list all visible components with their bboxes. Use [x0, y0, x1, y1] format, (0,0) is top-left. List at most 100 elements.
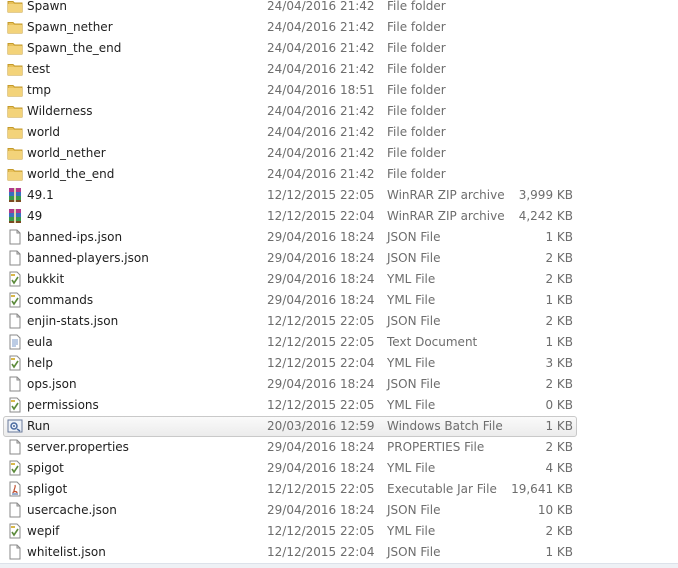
file-row[interactable]: bukkit 29/04/2016 18:24 YML File 2 KB: [0, 269, 678, 290]
file-row[interactable]: commands 29/04/2016 18:24 YML File 1 KB: [0, 290, 678, 311]
file-name: usercache.json: [27, 503, 117, 517]
file-type: Text Document: [387, 335, 478, 349]
file-type: File folder: [387, 125, 446, 139]
file-row[interactable]: Run 20/03/2016 12:59 Windows Batch File 1 K…: [0, 416, 678, 437]
yml-file-icon: [7, 355, 23, 371]
winrar-archive-icon: [7, 187, 23, 203]
file-name: enjin-stats.json: [27, 314, 119, 328]
file-type: File folder: [387, 146, 446, 160]
file-row[interactable]: 49.1 12/12/2015 22:05 WinRAR ZIP archive 3,…: [0, 185, 678, 206]
file-type: PROPERTIES File: [387, 440, 485, 454]
file-date-modified: 29/04/2016 18:24: [267, 272, 375, 286]
file-row[interactable]: help 12/12/2015 22:04 YML File 3 KB: [0, 353, 678, 374]
file-type: YML File: [387, 461, 436, 475]
file-row[interactable]: server.properties 29/04/2016 18:24 PROPERT…: [0, 437, 678, 458]
file-date-modified: 29/04/2016 18:24: [267, 293, 375, 307]
file-date-modified: 24/04/2016 21:42: [267, 20, 375, 34]
file-row[interactable]: spigot 29/04/2016 18:24 YML File 4 KB: [0, 458, 678, 479]
folder-icon: [7, 103, 23, 119]
file-name: tmp: [27, 83, 52, 97]
file-row[interactable]: Spawn 24/04/2016 21:42 File folder: [0, 0, 678, 17]
file-name: world: [27, 125, 61, 139]
file-row[interactable]: world_the_end 24/04/2016 21:42 File folder: [0, 164, 678, 185]
folder-icon: [7, 82, 23, 98]
file-name: spligot: [27, 482, 68, 496]
folder-icon: [7, 145, 23, 161]
file-type: JSON File: [387, 251, 441, 265]
blank-file-icon: [7, 502, 23, 518]
file-name: Spawn_nether: [27, 20, 113, 34]
file-date-modified: 24/04/2016 21:42: [267, 146, 375, 160]
file-size: 1 KB: [545, 335, 573, 349]
file-type: JSON File: [387, 545, 441, 559]
file-list: Spawn 24/04/2016 21:42 File folder Spawn_ne…: [0, 0, 678, 563]
file-row[interactable]: banned-ips.json 29/04/2016 18:24 JSON File…: [0, 227, 678, 248]
file-row[interactable]: permissions 12/12/2015 22:05 YML File 0 KB: [0, 395, 678, 416]
file-name: bukkit: [27, 272, 65, 286]
file-size: 2 KB: [545, 524, 573, 538]
file-size: 2 KB: [545, 377, 573, 391]
file-row[interactable]: test 24/04/2016 21:42 File folder: [0, 59, 678, 80]
blank-file-icon: [7, 250, 23, 266]
file-date-modified: 12/12/2015 22:05: [267, 314, 375, 328]
folder-icon: [7, 61, 23, 77]
winrar-archive-icon: [7, 208, 23, 224]
file-date-modified: 24/04/2016 21:42: [267, 125, 375, 139]
file-date-modified: 29/04/2016 18:24: [267, 251, 375, 265]
file-name: permissions: [27, 398, 99, 412]
file-type: YML File: [387, 524, 436, 538]
file-date-modified: 24/04/2016 21:42: [267, 0, 375, 13]
file-name: banned-players.json: [27, 251, 149, 265]
file-row[interactable]: Wilderness 24/04/2016 21:42 File folder: [0, 101, 678, 122]
file-row[interactable]: ops.json 29/04/2016 18:24 JSON File 2 KB: [0, 374, 678, 395]
file-date-modified: 29/04/2016 18:24: [267, 461, 375, 475]
file-row[interactable]: enjin-stats.json 12/12/2015 22:05 JSON Fil…: [0, 311, 678, 332]
file-row[interactable]: spligot 12/12/2015 22:05 Executable Jar Fi…: [0, 479, 678, 500]
file-name: 49.1: [27, 188, 54, 202]
file-date-modified: 24/04/2016 18:51: [267, 83, 375, 97]
file-size: 1 KB: [545, 419, 573, 433]
file-type: Executable Jar File: [387, 482, 497, 496]
yml-file-icon: [7, 397, 23, 413]
file-row[interactable]: world 24/04/2016 21:42 File folder: [0, 122, 678, 143]
file-type: JSON File: [387, 377, 441, 391]
file-type: File folder: [387, 0, 446, 13]
window-bottom-edge: [0, 563, 678, 568]
file-name: spigot: [27, 461, 64, 475]
file-size: 2 KB: [545, 251, 573, 265]
file-type: JSON File: [387, 230, 441, 244]
file-size: 2 KB: [545, 440, 573, 454]
blank-file-icon: [7, 439, 23, 455]
file-name: world_the_end: [27, 167, 115, 181]
file-name: Spawn_the_end: [27, 41, 122, 55]
jar-file-icon: [7, 481, 23, 497]
file-name: wepif: [27, 524, 60, 538]
file-row[interactable]: 49 12/12/2015 22:04 WinRAR ZIP archive 4,24…: [0, 206, 678, 227]
file-name: Wilderness: [27, 104, 93, 118]
file-row[interactable]: tmp 24/04/2016 18:51 File folder: [0, 80, 678, 101]
file-row[interactable]: eula 12/12/2015 22:05 Text Document 1 KB: [0, 332, 678, 353]
file-type: YML File: [387, 293, 436, 307]
file-row[interactable]: usercache.json 29/04/2016 18:24 JSON File 1…: [0, 500, 678, 521]
file-date-modified: 29/04/2016 18:24: [267, 440, 375, 454]
file-row[interactable]: whitelist.json 12/12/2015 22:04 JSON File 1…: [0, 542, 678, 563]
file-date-modified: 12/12/2015 22:05: [267, 335, 375, 349]
file-size: 4 KB: [545, 461, 573, 475]
blank-file-icon: [7, 376, 23, 392]
file-type: File folder: [387, 104, 446, 118]
file-row[interactable]: banned-players.json 29/04/2016 18:24 JSON …: [0, 248, 678, 269]
folder-icon: [7, 166, 23, 182]
file-date-modified: 29/04/2016 18:24: [267, 503, 375, 517]
folder-icon: [7, 19, 23, 35]
file-size: 10 KB: [537, 503, 573, 517]
file-row[interactable]: Spawn_the_end 24/04/2016 21:42 File folder: [0, 38, 678, 59]
file-date-modified: 20/03/2016 12:59: [267, 419, 375, 433]
file-row[interactable]: wepif 12/12/2015 22:05 YML File 2 KB: [0, 521, 678, 542]
file-row[interactable]: world_nether 24/04/2016 21:42 File folder: [0, 143, 678, 164]
file-type: File folder: [387, 167, 446, 181]
file-type: File folder: [387, 41, 446, 55]
file-date-modified: 24/04/2016 21:42: [267, 104, 375, 118]
file-row[interactable]: Spawn_nether 24/04/2016 21:42 File folder: [0, 17, 678, 38]
file-date-modified: 24/04/2016 21:42: [267, 62, 375, 76]
file-date-modified: 12/12/2015 22:05: [267, 482, 375, 496]
